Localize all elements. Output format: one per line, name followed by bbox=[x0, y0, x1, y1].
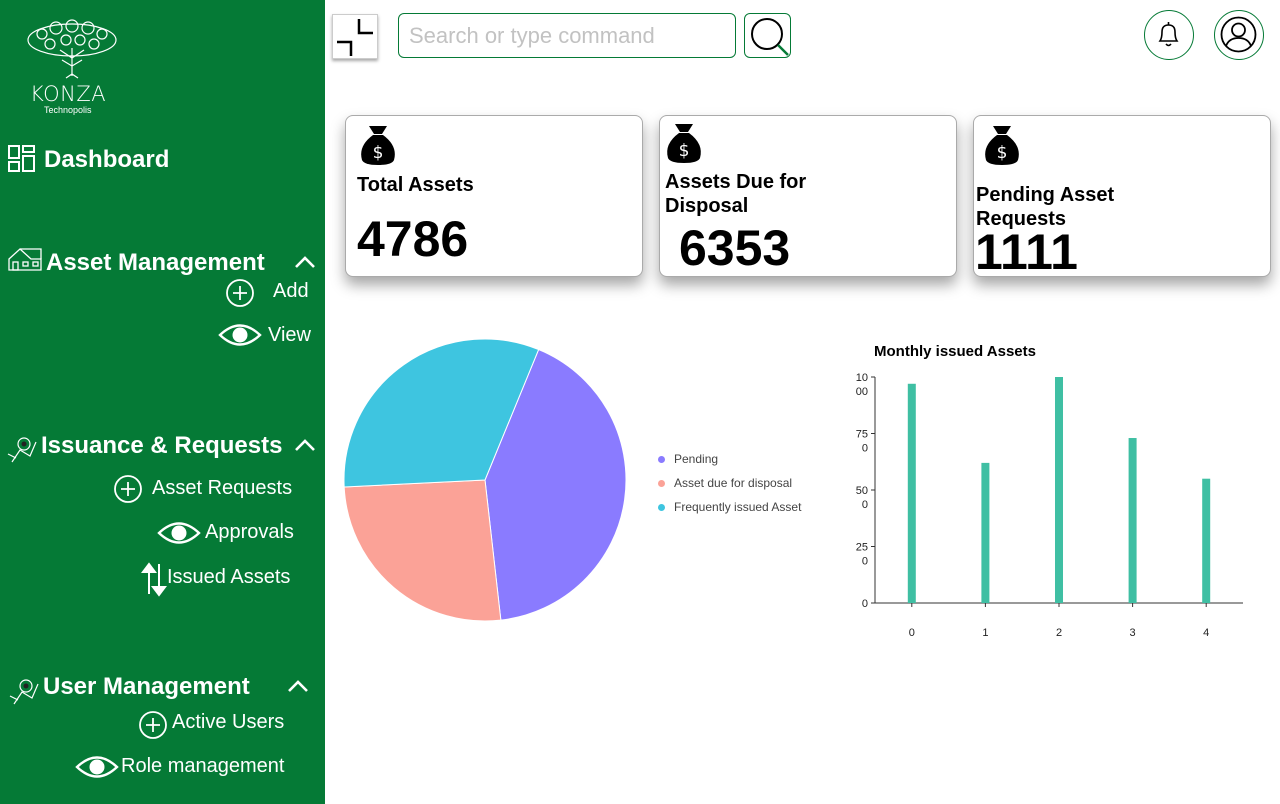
legend-label-disposal: Asset due for disposal bbox=[674, 476, 793, 490]
money-bag-icon: $ bbox=[667, 124, 701, 163]
svg-text:$: $ bbox=[679, 141, 690, 161]
tree-logo-icon bbox=[27, 19, 117, 79]
search-button[interactable] bbox=[744, 13, 791, 58]
eye-icon bbox=[75, 756, 119, 778]
nav-asset-add-label: Add bbox=[273, 280, 309, 302]
card-assets-due-disposal-value: 6353 bbox=[679, 220, 791, 276]
konza-logo[interactable]: KONZA Technopolis bbox=[22, 18, 122, 118]
money-bag-icon: $ bbox=[361, 126, 395, 165]
y-tick-label: 0 bbox=[862, 443, 868, 455]
notifications-button[interactable] bbox=[1144, 10, 1194, 60]
y-tick-label: 00 bbox=[856, 386, 868, 398]
nav-asset-management-label: Asset Management bbox=[46, 249, 265, 276]
x-tick-label: 3 bbox=[1130, 627, 1136, 639]
nav-approvals-label: Approvals bbox=[205, 521, 294, 543]
users-icon bbox=[9, 679, 39, 705]
nav-asset-requests-label: Asset Requests bbox=[152, 477, 293, 499]
legend-swatch-frequently-issued bbox=[658, 504, 665, 511]
pie-slice-disposal[interactable] bbox=[343, 479, 502, 622]
card-total-assets[interactable]: $ Total Assets 4786 bbox=[345, 115, 643, 277]
y-tick-label: 0 bbox=[862, 499, 868, 511]
y-tick-label: 50 bbox=[856, 485, 868, 497]
card-pending-asset-requests-title-line1: Pending Asset bbox=[976, 184, 1115, 206]
card-assets-due-disposal[interactable]: $ Assets Due for Disposal 6353 bbox=[659, 115, 957, 277]
nav-asset-view-label: View bbox=[268, 324, 311, 346]
card-assets-due-disposal-title-line2: Disposal bbox=[665, 195, 749, 217]
nav-role-management-label: Role management bbox=[121, 755, 285, 777]
nav-dashboard-label: Dashboard bbox=[44, 146, 170, 173]
legend-label-frequently-issued: Frequently issued Asset bbox=[674, 500, 802, 514]
y-tick-label: 25 bbox=[856, 542, 868, 554]
user-profile-button[interactable] bbox=[1214, 10, 1264, 60]
x-tick-label: 1 bbox=[982, 627, 988, 639]
bar-0[interactable] bbox=[907, 383, 916, 603]
card-pending-asset-requests[interactable]: $ Pending Asset Requests 1111 bbox=[973, 115, 1271, 280]
svg-text:$: $ bbox=[373, 143, 384, 163]
card-total-assets-title: Total Assets bbox=[357, 174, 474, 196]
chevron-up-icon[interactable] bbox=[287, 679, 309, 693]
y-tick-label: 75 bbox=[856, 429, 868, 441]
plus-circle-icon bbox=[226, 279, 254, 307]
x-tick-label: 2 bbox=[1056, 627, 1062, 639]
user-avatar-icon bbox=[1220, 16, 1257, 53]
card-assets-due-disposal-title-line1: Assets Due for bbox=[665, 171, 807, 193]
y-tick-label: 0 bbox=[862, 556, 868, 568]
house-icon bbox=[8, 248, 42, 271]
pie-chart bbox=[340, 335, 630, 625]
collapse-sidebar-button[interactable] bbox=[332, 14, 378, 59]
collapse-icon bbox=[337, 19, 373, 56]
bar-3[interactable] bbox=[1128, 438, 1137, 603]
issuance-icon bbox=[7, 437, 37, 463]
bell-icon bbox=[1158, 22, 1179, 47]
money-bag-icon: $ bbox=[985, 126, 1019, 165]
logo-text: KONZA bbox=[30, 82, 107, 106]
nav-issued-assets-label: Issued Assets bbox=[167, 566, 291, 588]
card-pending-asset-requests-value: 1111 bbox=[975, 224, 1078, 280]
x-tick-label: 4 bbox=[1203, 627, 1209, 639]
nav-user-management-label: User Management bbox=[43, 673, 250, 700]
plus-circle-icon bbox=[114, 475, 142, 503]
y-tick-label: 10 bbox=[856, 372, 868, 384]
logo-subtext: Technopolis bbox=[44, 105, 92, 115]
eye-icon bbox=[218, 324, 262, 346]
plus-circle-icon bbox=[139, 711, 167, 739]
nav-issuance-requests-label: Issuance & Requests bbox=[41, 432, 283, 459]
bar-4[interactable] bbox=[1202, 478, 1211, 603]
bar-1[interactable] bbox=[981, 462, 990, 603]
sidebar: KONZA Technopolis Dashboard Asset Manage… bbox=[0, 0, 325, 804]
search-input[interactable] bbox=[399, 14, 735, 57]
dashboard-grid-icon bbox=[8, 145, 35, 172]
bar-2[interactable] bbox=[1055, 377, 1063, 603]
y-tick-label: 0 bbox=[862, 598, 868, 610]
card-assets-due-disposal-title: Assets Due for Disposal bbox=[665, 170, 806, 218]
bar-chart: 025050075010000 1 2 3 4 bbox=[856, 372, 1243, 639]
legend-swatch-pending bbox=[658, 456, 665, 463]
chevron-up-icon[interactable] bbox=[294, 255, 316, 269]
bar-chart-title: Monthly issued Assets bbox=[874, 343, 1036, 360]
up-down-arrows-icon bbox=[141, 562, 167, 597]
eye-icon bbox=[157, 522, 201, 544]
search-field[interactable] bbox=[398, 13, 736, 58]
legend-swatch-disposal bbox=[658, 480, 665, 487]
search-icon bbox=[751, 18, 789, 56]
chevron-up-icon[interactable] bbox=[294, 438, 316, 452]
card-total-assets-value: 4786 bbox=[357, 211, 469, 267]
legend-label-pending: Pending bbox=[674, 452, 719, 466]
pie-chart-svg bbox=[343, 338, 627, 622]
nav-active-users-label: Active Users bbox=[172, 711, 285, 733]
x-tick-label: 0 bbox=[909, 627, 915, 639]
svg-text:$: $ bbox=[997, 143, 1008, 163]
